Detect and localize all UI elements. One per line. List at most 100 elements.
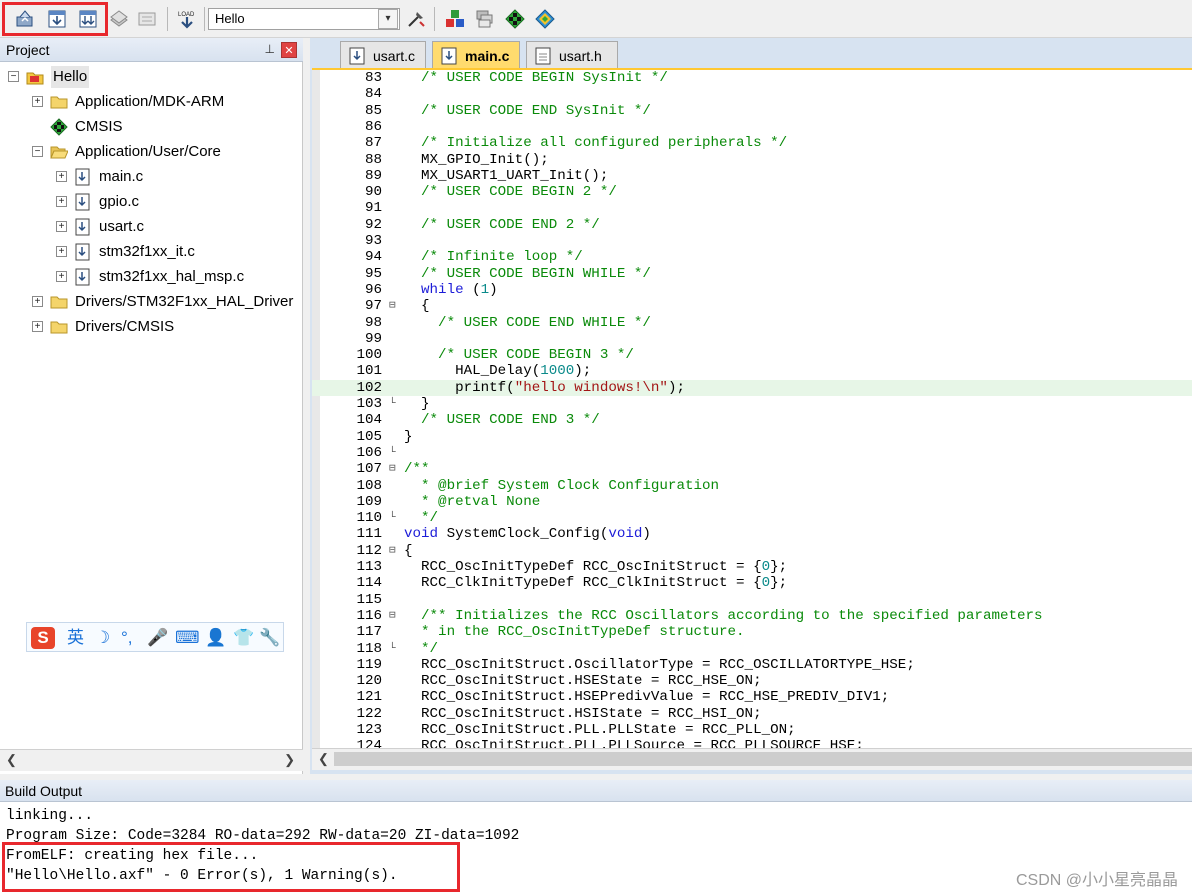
code-line[interactable]: 112 ⊟{ — [312, 543, 1192, 559]
tree-item[interactable]: CMSIS — [0, 116, 303, 138]
code-editor[interactable]: 83 /* USER CODE BEGIN SysInit */84 85 /* … — [312, 68, 1192, 748]
chevron-left-icon[interactable]: ❮ — [6, 752, 17, 768]
tree-item[interactable]: + Drivers/STM32F1xx_HAL_Driver — [0, 291, 303, 313]
expand-icon[interactable]: + — [56, 196, 67, 207]
code-line[interactable]: 120 RCC_OscInitStruct.HSEState = RCC_HSE… — [312, 673, 1192, 689]
chevron-left-icon[interactable]: ❮ — [318, 751, 329, 767]
expand-icon[interactable]: + — [32, 296, 43, 307]
code-line[interactable]: 104 /* USER CODE END 3 */ — [312, 412, 1192, 428]
code-line[interactable]: 85 /* USER CODE END SysInit */ — [312, 103, 1192, 119]
scrollbar-thumb[interactable] — [334, 752, 1192, 766]
editor-horizontal-scrollbar[interactable]: ❮ — [312, 748, 1192, 770]
code-line[interactable]: 119 RCC_OscInitStruct.OscillatorType = R… — [312, 657, 1192, 673]
tab-main-c[interactable]: main.c — [432, 41, 520, 69]
collapse-icon[interactable]: − — [32, 146, 43, 157]
tree-item[interactable]: + stm32f1xx_hal_msp.c — [0, 266, 303, 288]
ime-mic-icon[interactable]: 🎤 — [147, 627, 168, 649]
code-line[interactable]: 100 /* USER CODE BEGIN 3 */ — [312, 347, 1192, 363]
pack-installer-icon[interactable] — [474, 8, 496, 30]
code-line[interactable]: 123 RCC_OscInitStruct.PLL.PLLState = RCC… — [312, 722, 1192, 738]
code-line[interactable]: 95 /* USER CODE BEGIN WHILE */ — [312, 266, 1192, 282]
code-line[interactable]: 101 HAL_Delay(1000); — [312, 363, 1192, 379]
code-line[interactable]: 86 — [312, 119, 1192, 135]
ime-lang-icon[interactable]: 英 — [67, 627, 84, 649]
tab-usart-c[interactable]: usart.c — [340, 41, 426, 69]
tree-item-label: gpio.c — [99, 193, 140, 210]
code-line[interactable]: 106 └ — [312, 445, 1192, 461]
code-line[interactable]: 117 * in the RCC_OscInitTypeDef structur… — [312, 624, 1192, 640]
code-line[interactable]: 93 — [312, 233, 1192, 249]
ime-moon-icon[interactable]: ☽ — [95, 627, 110, 649]
fold-toggle-icon[interactable]: ⊟ — [389, 543, 400, 559]
code-line[interactable]: 102 printf("hello windows!\n"); — [312, 379, 1192, 396]
ime-user-icon[interactable]: 👤 — [205, 627, 226, 649]
tree-item[interactable]: − Application/User/Core — [0, 141, 303, 163]
ime-logo-icon[interactable]: S — [31, 627, 55, 649]
stop-build-icon[interactable] — [136, 8, 158, 30]
fold-toggle-icon[interactable]: ⊟ — [389, 608, 400, 624]
code-line[interactable]: 96 while (1) — [312, 282, 1192, 298]
manage-components-icon[interactable] — [444, 8, 466, 30]
ime-settings-icon[interactable]: 🔧 — [259, 627, 280, 649]
target-options-icon[interactable] — [405, 8, 427, 30]
tree-item[interactable]: + main.c — [0, 166, 303, 188]
code-line[interactable]: 118 └ */ — [312, 641, 1192, 657]
code-line[interactable]: 97 ⊟ { — [312, 298, 1192, 314]
tree-item[interactable]: − Hello — [0, 66, 303, 88]
code-line[interactable]: 108 * @brief System Clock Configuration — [312, 478, 1192, 494]
expand-icon[interactable]: + — [56, 221, 67, 232]
code-line[interactable]: 92 /* USER CODE END 2 */ — [312, 217, 1192, 233]
expand-icon[interactable]: + — [32, 321, 43, 332]
project-horizontal-scrollbar[interactable]: ❮ ❯ — [0, 749, 303, 771]
chevron-down-icon[interactable]: ▾ — [378, 9, 398, 29]
code-line[interactable]: 107 ⊟/** — [312, 461, 1192, 477]
tree-item[interactable]: + gpio.c — [0, 191, 303, 213]
ime-keyboard-icon[interactable]: ⌨ — [175, 627, 200, 649]
code-line[interactable]: 114 RCC_ClkInitTypeDef RCC_ClkInitStruct… — [312, 575, 1192, 591]
tree-item[interactable]: + stm32f1xx_it.c — [0, 241, 303, 263]
code-line[interactable]: 113 RCC_OscInitTypeDef RCC_OscInitStruct… — [312, 559, 1192, 575]
tree-item[interactable]: + Drivers/CMSIS — [0, 316, 303, 338]
code-line[interactable]: 111 void SystemClock_Config(void) — [312, 526, 1192, 542]
rte-icon[interactable] — [534, 8, 556, 30]
tree-item-label: main.c — [99, 168, 144, 185]
code-line[interactable]: 122 RCC_OscInitStruct.HSIState = RCC_HSI… — [312, 706, 1192, 722]
code-line[interactable]: 88 MX_GPIO_Init(); — [312, 152, 1192, 168]
code-line[interactable]: 94 /* Infinite loop */ — [312, 249, 1192, 265]
code-line[interactable]: 109 * @retval None — [312, 494, 1192, 510]
code-line[interactable]: 98 /* USER CODE END WHILE */ — [312, 315, 1192, 331]
ime-punct-icon[interactable]: °, — [121, 627, 133, 649]
pin-icon[interactable]: ⊥ — [265, 42, 275, 56]
code-line[interactable]: 124 RCC_OscInitStruct.PLL.PLLSource = RC… — [312, 738, 1192, 748]
code-line[interactable]: 83 /* USER CODE BEGIN SysInit */ — [312, 70, 1192, 86]
code-line[interactable]: 89 MX_USART1_UART_Init(); — [312, 168, 1192, 184]
code-line[interactable]: 99 — [312, 331, 1192, 347]
tree-item[interactable]: + usart.c — [0, 216, 303, 238]
event-recorder-icon[interactable] — [504, 8, 526, 30]
code-line[interactable]: 91 — [312, 200, 1192, 216]
code-line[interactable]: 105} — [312, 429, 1192, 445]
fold-toggle-icon[interactable]: ⊟ — [389, 461, 400, 477]
chevron-right-icon[interactable]: ❯ — [284, 752, 295, 768]
code-line[interactable]: 115 — [312, 592, 1192, 608]
ime-skin-icon[interactable]: 👕 — [233, 627, 254, 649]
code-line[interactable]: 116 ⊟ /** Initializes the RCC Oscillators… — [312, 608, 1192, 624]
collapse-icon[interactable]: − — [8, 71, 19, 82]
target-select[interactable]: Hello — [208, 8, 400, 30]
code-line[interactable]: 90 /* USER CODE BEGIN 2 */ — [312, 184, 1192, 200]
download-icon[interactable]: LOAD — [176, 8, 198, 30]
expand-icon[interactable]: + — [32, 96, 43, 107]
expand-icon[interactable]: + — [56, 171, 67, 182]
code-line[interactable]: 103 └ } — [312, 396, 1192, 412]
code-line[interactable]: 110 └ */ — [312, 510, 1192, 526]
tab-usart-h[interactable]: usart.h — [526, 41, 618, 69]
tree-item[interactable]: + Application/MDK-ARM — [0, 91, 303, 113]
close-icon[interactable]: ✕ — [281, 42, 297, 58]
code-line[interactable]: 121 RCC_OscInitStruct.HSEPredivValue = R… — [312, 689, 1192, 705]
code-line[interactable]: 84 — [312, 86, 1192, 102]
expand-icon[interactable]: + — [56, 271, 67, 282]
batch-build-icon[interactable] — [108, 8, 130, 30]
fold-toggle-icon[interactable]: ⊟ — [389, 298, 400, 314]
expand-icon[interactable]: + — [56, 246, 67, 257]
code-line[interactable]: 87 /* Initialize all configured peripher… — [312, 135, 1192, 151]
